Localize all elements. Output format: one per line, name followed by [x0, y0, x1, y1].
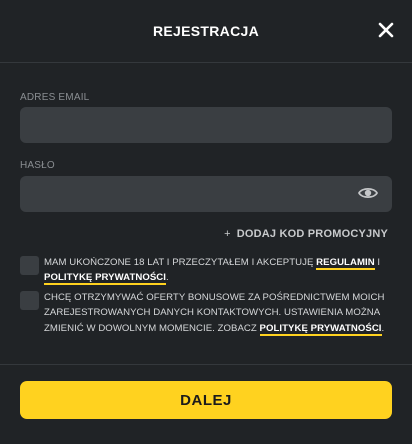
header-divider — [0, 62, 412, 63]
marketing-consent-text: CHCĘ OTRZYMYWAĆ OFERTY BONUSOWE ZA POŚRE… — [44, 290, 396, 336]
close-icon[interactable] — [376, 20, 396, 40]
consent1-conjunction: I — [374, 257, 381, 268]
email-field[interactable] — [20, 107, 392, 143]
privacy-policy-link[interactable]: POLITYKĘ PRYWATNOŚCI — [44, 272, 166, 286]
marketing-offers-checkbox[interactable] — [20, 291, 39, 310]
terms-link[interactable]: REGULAMIN — [316, 257, 375, 270]
age-terms-checkbox[interactable] — [20, 256, 39, 275]
consent1-period: . — [166, 272, 169, 284]
footer-divider — [0, 364, 412, 365]
next-button[interactable]: DALEJ — [20, 381, 392, 419]
password-label: HASŁO — [20, 160, 55, 171]
privacy-policy-link-2[interactable]: POLITYKĘ PRYWATNOŚCI — [259, 322, 382, 336]
age-terms-consent-text: MAM UKOŃCZONE 18 LAT I PRZECZYTAŁEM I AK… — [44, 255, 396, 286]
plus-icon: + — [224, 228, 231, 240]
email-label: ADRES EMAIL — [20, 92, 90, 103]
consent2-period: . — [381, 322, 385, 334]
add-promo-code-link[interactable]: + DODAJ KOD PROMOCYJNY — [224, 228, 388, 240]
promo-label: DODAJ KOD PROMOCYJNY — [236, 228, 388, 240]
modal-header: REJESTRACJA — [0, 0, 412, 62]
modal-title: REJESTRACJA — [153, 23, 259, 39]
eye-icon[interactable] — [358, 185, 378, 201]
password-field[interactable] — [20, 176, 392, 212]
consent1-text: MAM UKOŃCZONE 18 LAT I PRZECZYTAŁEM I AK… — [44, 257, 317, 268]
